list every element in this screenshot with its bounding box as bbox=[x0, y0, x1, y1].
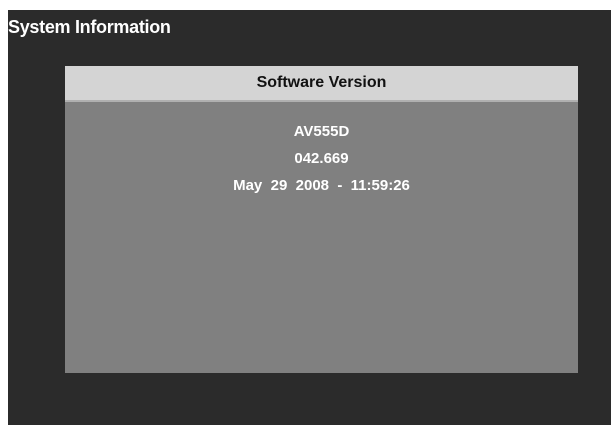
software-version-box: Software Version AV555D 042.669 May 29 2… bbox=[65, 66, 578, 373]
software-version-details: AV555D 042.669 May 29 2008 - 11:59:26 bbox=[65, 118, 578, 199]
software-version-header: Software Version bbox=[65, 66, 578, 102]
panel-title: System Information bbox=[8, 17, 171, 37]
model-name: AV555D bbox=[293, 123, 350, 140]
system-information-panel: System Information Software Version AV55… bbox=[8, 10, 611, 425]
screen: System Information Software Version AV55… bbox=[0, 0, 611, 425]
build-date: May 29 2008 - 11:59:26 bbox=[233, 177, 410, 194]
version-number: 042.669 bbox=[294, 150, 349, 167]
